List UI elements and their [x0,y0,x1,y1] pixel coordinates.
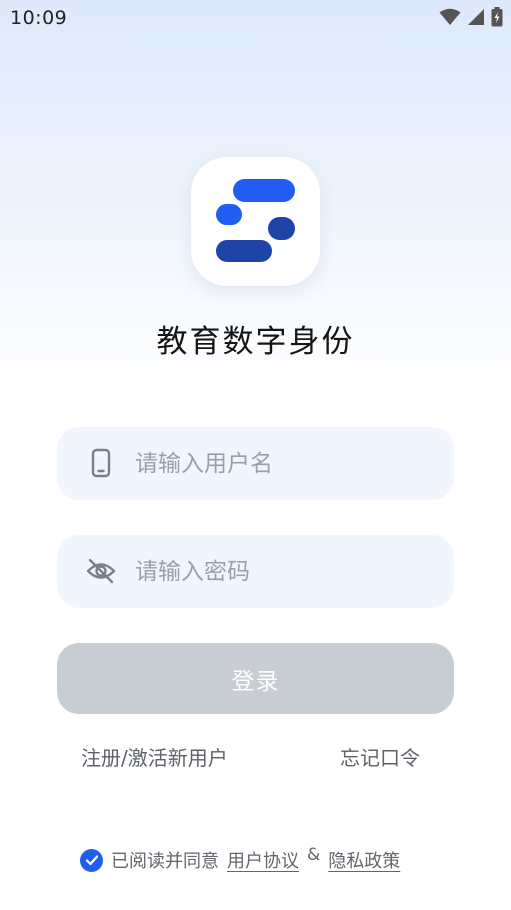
password-field[interactable] [57,535,454,608]
phone-icon [91,448,111,478]
password-input[interactable] [135,535,435,608]
forgot-password-link[interactable]: 忘记口令 [340,742,420,771]
app-logo [191,157,320,286]
username-input[interactable] [135,427,435,500]
status-icons [439,7,503,27]
status-bar: 10:09 [0,0,511,36]
status-time: 10:09 [10,7,68,29]
eye-off-icon[interactable] [85,555,117,587]
user-agreement-link[interactable]: 用户协议 [227,847,299,873]
signal-icon [468,9,484,25]
agreement-row: 已阅读并同意 用户协议 & 隐私政策 [80,845,400,874]
privacy-policy-link[interactable]: 隐私政策 [328,847,400,873]
wifi-icon [439,8,461,25]
checkmark-icon [85,855,98,866]
agreement-prefix: 已阅读并同意 [111,851,219,872]
app-title: 教育数字身份 [156,324,355,360]
brand-logo-icon [216,179,295,262]
agreement-checkbox[interactable] [80,848,103,872]
battery-icon [491,7,503,27]
agreement-separator: & [307,845,321,865]
login-button[interactable]: 登录 [57,643,454,714]
register-link[interactable]: 注册/激活新用户 [81,742,228,771]
username-field[interactable] [57,427,454,500]
